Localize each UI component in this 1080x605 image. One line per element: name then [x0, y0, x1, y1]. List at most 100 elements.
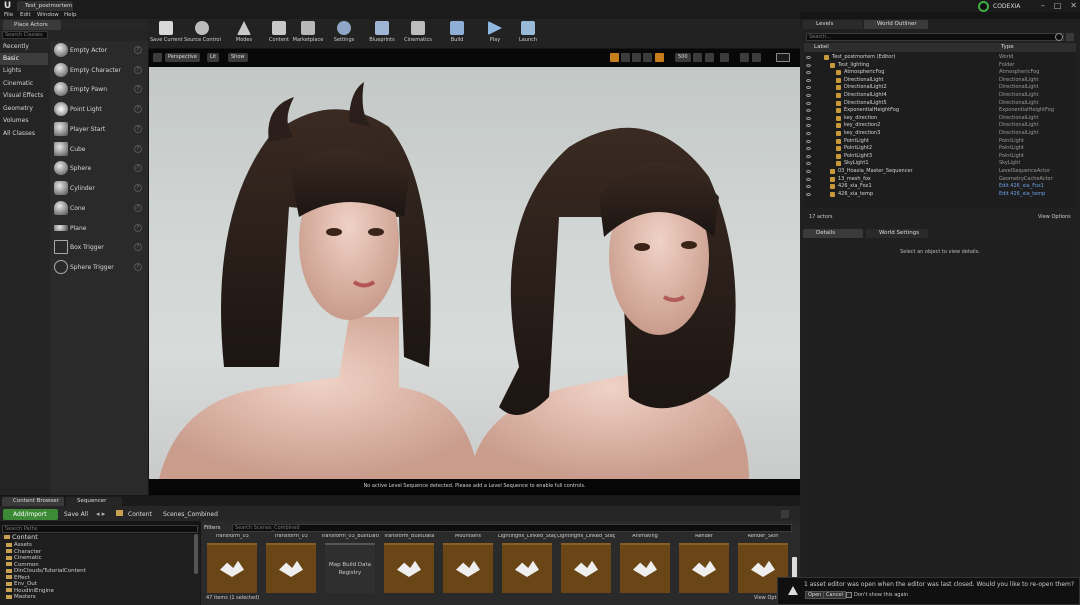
asset-tile-level[interactable]	[384, 543, 434, 593]
close-icon[interactable]: ✕	[1070, 0, 1077, 12]
help-icon[interactable]: ?	[134, 263, 142, 271]
asset-tile-level[interactable]	[502, 543, 552, 593]
breadcrumb-content[interactable]: Content	[128, 509, 152, 520]
layout-icon[interactable]	[752, 53, 761, 62]
build-button[interactable]: Build	[444, 21, 470, 47]
restore-viewport-icon[interactable]	[776, 53, 790, 62]
asset-search-input[interactable]: Search Scenes_Combined	[232, 524, 792, 532]
category-visual-effects[interactable]: Visual Effects	[0, 90, 48, 102]
menu-file[interactable]: File	[4, 12, 13, 19]
marketplace-button[interactable]: Marketplace	[292, 21, 324, 47]
launch-button[interactable]: Launch	[514, 21, 542, 47]
help-icon[interactable]: ?	[134, 184, 142, 192]
settings-button[interactable]: Settings	[330, 21, 358, 47]
cinematics-button[interactable]: Cinematics	[402, 21, 434, 47]
blueprints-button[interactable]: Blueprints	[366, 21, 398, 47]
help-icon[interactable]: ?	[134, 145, 142, 153]
visibility-eye-icon[interactable]	[806, 101, 811, 105]
menu-help[interactable]: Help	[64, 12, 77, 19]
menu-window[interactable]: Window	[37, 12, 59, 19]
actor-item[interactable]: Player Start?	[52, 120, 146, 139]
actor-item[interactable]: Empty Actor?	[52, 41, 146, 60]
world-local-icon[interactable]	[643, 53, 652, 62]
content-button[interactable]: Content	[266, 21, 292, 47]
lit-button[interactable]: Lit	[207, 53, 220, 62]
help-icon[interactable]: ?	[134, 105, 142, 113]
maximize-icon[interactable]: □	[1054, 0, 1062, 12]
save-all-button[interactable]: Save All	[64, 509, 88, 520]
tab-world-outliner[interactable]: World Outliner	[864, 20, 928, 29]
content-lock-icon[interactable]	[781, 510, 789, 518]
scale-icon[interactable]	[632, 53, 641, 62]
outliner-row[interactable]: 426_xia_Fox1 Edit 426_xia_Fox1	[804, 183, 1076, 191]
column-label[interactable]: Label	[814, 43, 829, 52]
menu-edit[interactable]: Edit	[20, 12, 31, 19]
minimize-icon[interactable]: –	[1041, 0, 1045, 12]
user-badge[interactable]: CODEXIA	[978, 0, 1034, 12]
visibility-eye-icon[interactable]	[806, 94, 811, 97]
actor-item[interactable]: Cylinder?	[52, 179, 146, 198]
outliner-settings-icon[interactable]	[1066, 33, 1074, 41]
category-cinematic[interactable]: Cinematic	[0, 78, 48, 90]
actor-item[interactable]: Empty Character?	[52, 61, 146, 80]
asset-scrollbar[interactable]	[792, 557, 797, 579]
visibility-eye-icon[interactable]	[806, 185, 811, 189]
help-icon[interactable]: ?	[134, 125, 142, 133]
visibility-eye-icon[interactable]	[806, 63, 811, 67]
play-button[interactable]: Play	[482, 21, 508, 47]
help-icon[interactable]: ?	[134, 66, 142, 74]
rotate-icon[interactable]	[621, 53, 630, 62]
level-viewport[interactable]	[149, 67, 800, 479]
actor-item[interactable]: Empty Pawn?	[52, 80, 146, 99]
help-icon[interactable]: ?	[134, 243, 142, 251]
asset-tile-registry[interactable]: Map Build Data Registry	[325, 543, 375, 593]
asset-tile-level[interactable]	[561, 543, 611, 593]
camera-speed-icon[interactable]	[720, 53, 729, 62]
outliner-row[interactable]: SkyLight1 SkyLight	[804, 160, 1076, 168]
document-tab[interactable]: Test_postmortem	[17, 1, 73, 11]
asset-tile-level[interactable]	[207, 543, 257, 593]
open-button[interactable]: Open	[805, 591, 825, 599]
actor-item[interactable]: Cube?	[52, 140, 146, 159]
nav-arrows[interactable]: ◂ ▸	[96, 509, 105, 520]
outliner-row[interactable]: ExponentialHeightFog ExponentialHeightFog	[804, 107, 1076, 115]
viewport-menu-icon[interactable]	[153, 53, 162, 62]
maximize-viewport-icon[interactable]	[740, 53, 749, 62]
visibility-eye-icon[interactable]	[806, 147, 811, 151]
tab-place-actors[interactable]: Place Actors	[3, 20, 61, 30]
visibility-eye-icon[interactable]	[806, 116, 811, 120]
row-type[interactable]: Edit 426_xia_Fox1	[999, 183, 1044, 191]
outliner-row[interactable]: PointLight2 PointLight	[804, 145, 1076, 153]
category-all-classes[interactable]: All Classes	[0, 128, 48, 140]
path-search-input[interactable]: Search Paths	[2, 525, 198, 533]
visibility-eye-icon[interactable]	[806, 139, 811, 143]
outliner-row[interactable]: PointLight PointLight	[804, 138, 1076, 146]
visibility-eye-icon[interactable]	[806, 154, 811, 158]
show-button[interactable]: Show	[228, 53, 248, 62]
modes-button[interactable]: Modes	[230, 21, 258, 47]
tree-item[interactable]: Content	[4, 534, 38, 541]
outliner-row[interactable]: AtmosphericFog AtmosphericFog	[804, 69, 1076, 77]
dont-show-checkbox[interactable]	[846, 592, 852, 598]
outliner-search-input[interactable]: Search...	[806, 33, 1064, 41]
visibility-eye-icon[interactable]	[806, 56, 811, 59]
source-control-button[interactable]: Source Control	[184, 21, 221, 47]
category-basic[interactable]: Basic	[0, 53, 48, 65]
visibility-eye-icon[interactable]	[806, 192, 811, 196]
outliner-row[interactable]: key_direction DirectionalLight	[804, 115, 1076, 123]
tab-content-browser[interactable]: Content Browser	[2, 497, 64, 506]
asset-tile-level[interactable]	[679, 543, 729, 593]
speed-value[interactable]: 500	[675, 53, 691, 62]
actor-item[interactable]: Point Light?	[52, 100, 146, 119]
visibility-eye-icon[interactable]	[806, 86, 811, 90]
breadcrumb-scenes[interactable]: Scenes_Combined	[163, 509, 218, 520]
outliner-row[interactable]: PointLight3 PointLight	[804, 153, 1076, 161]
scale-snap-icon[interactable]	[705, 53, 714, 62]
row-type[interactable]: Edit 426_xia_temp	[999, 191, 1045, 199]
tab-world-settings[interactable]: World Settings	[866, 229, 928, 238]
category-geometry[interactable]: Geometry	[0, 103, 48, 115]
visibility-eye-icon[interactable]	[806, 109, 811, 113]
visibility-eye-icon[interactable]	[806, 177, 811, 181]
outliner-row[interactable]: 03_Hoasia_Master_Sequencer LevelSequenceA…	[804, 168, 1076, 176]
add-import-button[interactable]: Add/Import	[3, 509, 58, 520]
